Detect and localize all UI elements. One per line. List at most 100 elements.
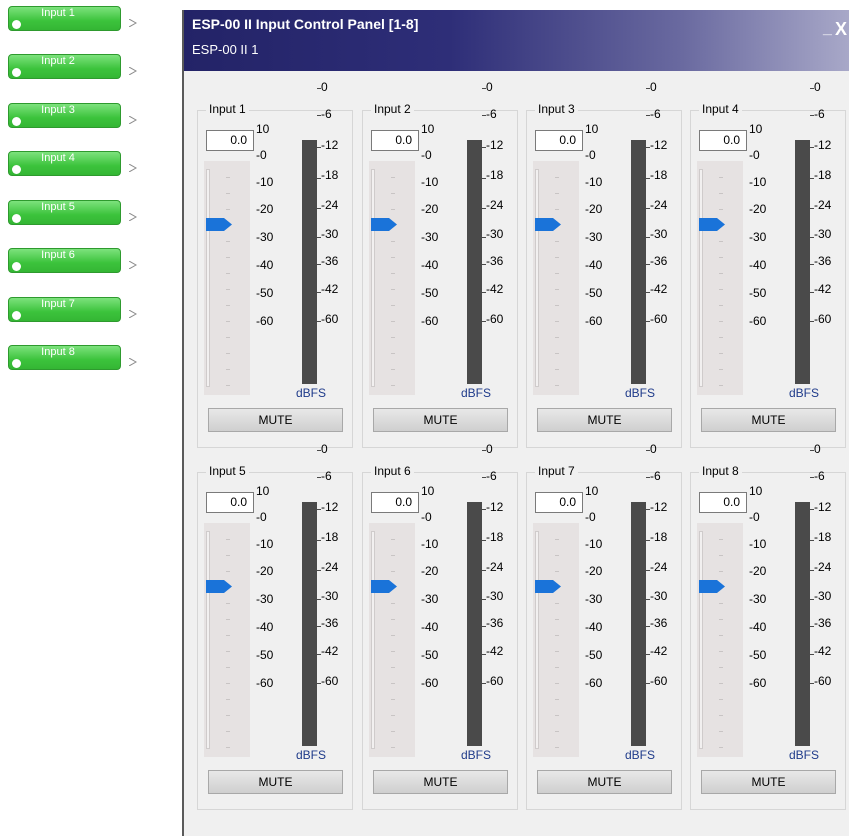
level-meter [302, 502, 317, 746]
mute-button[interactable]: MUTE [701, 408, 836, 432]
fader-scale-label: -40 [421, 258, 439, 272]
output-arrow-icon[interactable] [129, 358, 137, 366]
input-block-label: Input 8 [41, 346, 75, 358]
fader-tick [226, 731, 230, 732]
input-node-icon[interactable] [12, 311, 21, 320]
fader-tick [719, 635, 723, 636]
output-arrow-icon[interactable] [129, 310, 137, 318]
input-node-icon[interactable] [12, 359, 21, 368]
fader-track[interactable] [697, 161, 743, 395]
fader-tick [391, 289, 395, 290]
close-button[interactable]: X [835, 19, 847, 40]
fader-track[interactable] [369, 523, 415, 757]
mute-button[interactable]: MUTE [373, 770, 508, 794]
fader-tick [555, 369, 559, 370]
gain-value-field[interactable]: 0.0 [371, 130, 419, 151]
fader-tick [555, 667, 559, 668]
input-node-icon[interactable] [12, 262, 21, 271]
fader-tick [226, 683, 230, 684]
gain-value-field[interactable]: 0.0 [699, 130, 747, 151]
mute-button[interactable]: MUTE [537, 770, 672, 794]
input-block-2[interactable]: Input 2 [8, 54, 137, 79]
input-node-icon[interactable] [12, 68, 21, 77]
fader-tick [555, 731, 559, 732]
output-arrow-icon[interactable] [129, 67, 137, 75]
fader-tick [555, 321, 559, 322]
fader-track[interactable] [533, 161, 579, 395]
fader-tick [391, 273, 395, 274]
fader-tick [226, 289, 230, 290]
fader-scale-label: -0 [256, 510, 267, 524]
fader-scale-label: -50 [749, 648, 767, 662]
gain-value-field[interactable]: 0.0 [699, 492, 747, 513]
mute-button[interactable]: MUTE [208, 770, 343, 794]
meter-unit-label: dBFS [625, 748, 656, 762]
fader-thumb[interactable] [699, 217, 726, 232]
input-block-7[interactable]: Input 7 [8, 297, 137, 322]
fader-track[interactable] [697, 523, 743, 757]
mute-button[interactable]: MUTE [537, 408, 672, 432]
fader-tick [226, 571, 230, 572]
meter-scale-label: -30 [650, 589, 668, 603]
output-arrow-icon[interactable] [129, 116, 137, 124]
fader-scale-label: -20 [585, 564, 603, 578]
meter-scale-label: -60 [321, 674, 339, 688]
channel-label: Input 5 [206, 464, 249, 478]
fader-scale-label: -40 [256, 620, 274, 634]
fader-thumb[interactable] [535, 217, 562, 232]
output-arrow-icon[interactable] [129, 261, 137, 269]
fader-tick [719, 731, 723, 732]
mute-button[interactable]: MUTE [208, 408, 343, 432]
meter-scale-label: -42 [650, 644, 668, 658]
fader-tick [391, 651, 395, 652]
fader-thumb[interactable] [371, 579, 398, 594]
fader-thumb[interactable] [206, 217, 233, 232]
input-node-icon[interactable] [12, 117, 21, 126]
output-arrow-icon[interactable] [129, 164, 137, 172]
fader-track[interactable] [369, 161, 415, 395]
gain-value-field[interactable]: 0.0 [535, 130, 583, 151]
fader-thumb[interactable] [371, 217, 398, 232]
input-node-icon[interactable] [12, 165, 21, 174]
fader-scale-label: -0 [749, 510, 760, 524]
channel-strip-4: Input 4 0.0 10 -0 -10 -20 -30 -40 -50 -60 0 -6 -12 -1… [690, 80, 846, 448]
input-block-6[interactable]: Input 6 [8, 248, 137, 273]
input-node-icon[interactable] [12, 214, 21, 223]
meter-scale-label: -6 [321, 469, 332, 483]
input-block-label: Input 3 [41, 104, 75, 116]
input-block-5[interactable]: Input 5 [8, 200, 137, 225]
input-block-3[interactable]: Input 3 [8, 103, 137, 128]
meter-scale-label: -12 [650, 138, 668, 152]
output-arrow-icon[interactable] [129, 213, 137, 221]
fader-scale-label: -20 [421, 202, 439, 216]
fader-thumb[interactable] [206, 579, 233, 594]
input-block-1[interactable]: Input 1 [8, 6, 137, 31]
gain-value-field[interactable]: 0.0 [371, 492, 419, 513]
fader-track[interactable] [204, 161, 250, 395]
mute-button[interactable]: MUTE [373, 408, 508, 432]
fader-tick [391, 683, 395, 684]
gain-value-field[interactable]: 0.0 [206, 492, 254, 513]
gain-value-field[interactable]: 0.0 [206, 130, 254, 151]
meter-scale-label: -60 [650, 674, 668, 688]
fader-thumb[interactable] [699, 579, 726, 594]
input-node-icon[interactable] [12, 20, 21, 29]
fader-track[interactable] [204, 523, 250, 757]
title-bar[interactable]: ESP-00 II Input Control Panel [1-8] ESP-… [184, 10, 849, 71]
level-meter [467, 502, 482, 746]
meter-scale-label: 0 [650, 442, 657, 456]
mute-button[interactable]: MUTE [701, 770, 836, 794]
meter-scale-label: -36 [486, 254, 504, 268]
input-block-4[interactable]: Input 4 [8, 151, 137, 176]
output-arrow-icon[interactable] [129, 19, 137, 27]
fader-thumb[interactable] [535, 579, 562, 594]
gain-value-field[interactable]: 0.0 [535, 492, 583, 513]
fader-scale-label: -20 [421, 564, 439, 578]
fader-tick [226, 353, 230, 354]
fader-track[interactable] [533, 523, 579, 757]
level-meter [302, 140, 317, 384]
minimize-button[interactable]: _ [823, 20, 832, 38]
level-meter [467, 140, 482, 384]
fader-groove [206, 169, 210, 387]
input-block-8[interactable]: Input 8 [8, 345, 137, 370]
